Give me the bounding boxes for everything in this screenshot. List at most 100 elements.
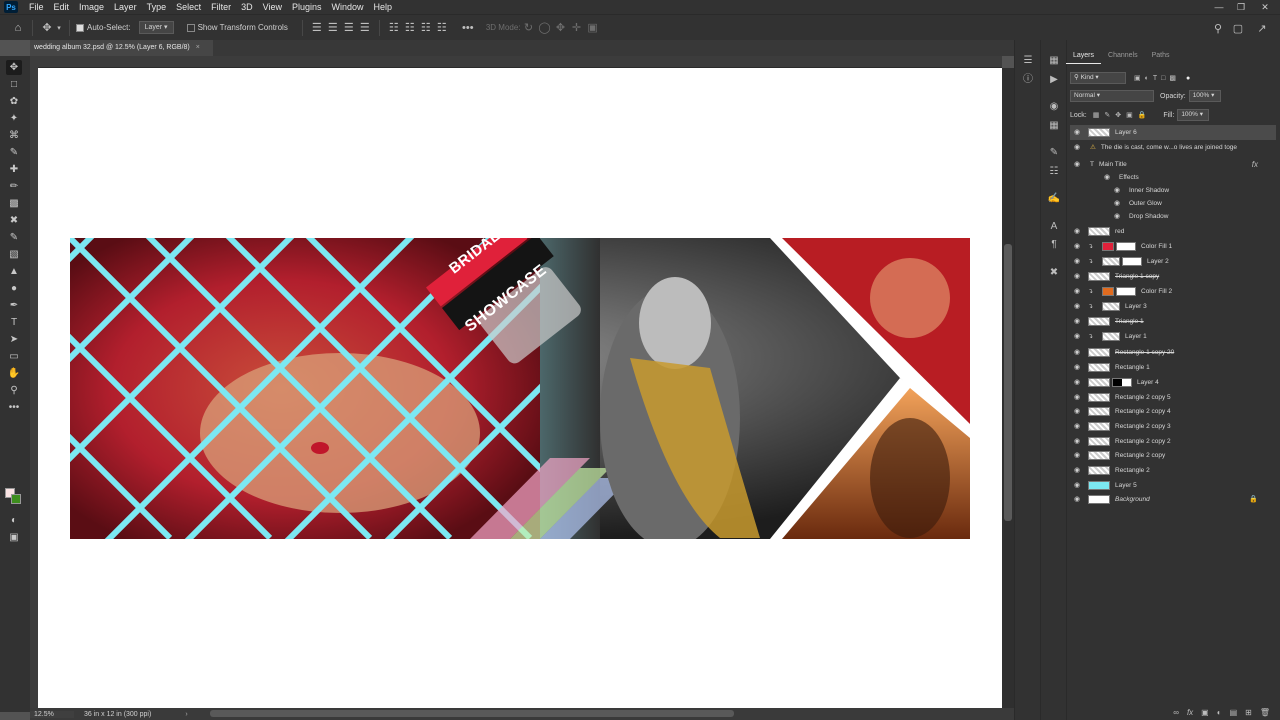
move-tool-icon[interactable]: ✥ bbox=[6, 60, 22, 75]
eye-icon[interactable]: ◉ bbox=[1070, 332, 1084, 340]
eye-icon[interactable]: ◉ bbox=[1110, 186, 1124, 194]
auto-select-dropdown[interactable]: Layer ▾ bbox=[138, 21, 174, 34]
layer-row[interactable]: ◉ ↴ Layer 3 bbox=[1070, 299, 1276, 314]
blur-tool-icon[interactable]: ▲ bbox=[6, 264, 22, 279]
fx-icon[interactable]: fx bbox=[1252, 160, 1258, 169]
menu-select[interactable]: Select bbox=[171, 0, 206, 14]
character-icon[interactable]: A bbox=[1046, 220, 1062, 234]
eye-icon[interactable]: ◉ bbox=[1110, 199, 1124, 207]
align-top-icon[interactable]: ☰ bbox=[357, 20, 373, 36]
layer-row[interactable]: ◉ Rectangle 2 copy 2 bbox=[1070, 434, 1276, 449]
menu-window[interactable]: Window bbox=[327, 0, 369, 14]
path-select-tool-icon[interactable]: ➤ bbox=[6, 332, 22, 347]
eye-icon[interactable]: ◉ bbox=[1070, 257, 1084, 265]
layer-row[interactable]: ◉ Rectangle 2 copy 4 bbox=[1070, 404, 1276, 419]
screen-mode-icon[interactable]: ▣ bbox=[6, 530, 22, 545]
home-icon[interactable]: ⌂ bbox=[10, 20, 26, 36]
chevron-down-icon[interactable]: ▾ bbox=[55, 20, 63, 36]
move-tool-icon[interactable]: ✥ bbox=[39, 20, 55, 36]
eraser-tool-icon[interactable]: ✎ bbox=[6, 230, 22, 245]
adjustment-layer-icon[interactable]: ◐ bbox=[1217, 708, 1222, 717]
close-tab-icon[interactable]: × bbox=[196, 44, 200, 51]
horizontal-scroll-thumb[interactable] bbox=[210, 710, 734, 717]
hand-tool-icon[interactable]: ✋ bbox=[6, 366, 22, 381]
history-brush-tool-icon[interactable]: ✖ bbox=[6, 213, 22, 228]
dodge-tool-icon[interactable]: ● bbox=[6, 281, 22, 296]
layer-row[interactable]: ◉ Rectangle 2 copy bbox=[1070, 448, 1276, 463]
filter-type-icons[interactable]: ▣◐T□▩ bbox=[1134, 74, 1180, 82]
brushes-icon[interactable]: ✍ bbox=[1046, 192, 1062, 206]
eye-icon[interactable]: ◉ bbox=[1070, 466, 1084, 474]
eye-icon[interactable]: ◉ bbox=[1070, 242, 1084, 250]
marquee-tool-icon[interactable]: □ bbox=[6, 77, 22, 92]
delete-layer-icon[interactable]: 🗑 bbox=[1260, 708, 1270, 717]
menu-filter[interactable]: Filter bbox=[206, 0, 236, 14]
zoom-level[interactable]: 12.5% bbox=[30, 710, 74, 718]
auto-select-checkbox[interactable] bbox=[76, 23, 84, 32]
album-artwork[interactable]: BRIDAL SHOWCASE bbox=[70, 238, 970, 539]
menu-layer[interactable]: Layer bbox=[109, 0, 142, 14]
background-color-swatch[interactable] bbox=[11, 494, 21, 504]
lasso-tool-icon[interactable]: ✿ bbox=[6, 94, 22, 109]
eye-icon[interactable]: ◉ bbox=[1070, 495, 1084, 503]
eye-icon[interactable]: ◉ bbox=[1100, 173, 1114, 181]
add-style-icon[interactable]: fx bbox=[1187, 708, 1193, 717]
color-icon[interactable]: ◉ bbox=[1046, 100, 1062, 114]
menu-type[interactable]: Type bbox=[142, 0, 172, 14]
layer-row[interactable]: ◉ ↴ Layer 1 bbox=[1070, 329, 1276, 344]
info-icon[interactable]: ⓘ bbox=[1020, 73, 1036, 87]
layer-row[interactable]: ◉ Layer 4 bbox=[1070, 375, 1276, 390]
menu-file[interactable]: File bbox=[24, 0, 49, 14]
type-tool-icon[interactable]: T bbox=[6, 315, 22, 330]
orbit-3d-icon[interactable]: ↻ bbox=[521, 20, 537, 36]
new-layer-icon[interactable]: ⊞ bbox=[1245, 708, 1252, 717]
layer-row[interactable]: ◉ Background 🔒 bbox=[1070, 492, 1276, 507]
quick-mask-icon[interactable]: ◐ bbox=[6, 513, 22, 528]
layer-row[interactable]: ◉ Layer 6 bbox=[1070, 125, 1276, 140]
quick-select-tool-icon[interactable]: ✦ bbox=[6, 111, 22, 126]
pen-tool-icon[interactable]: ✒ bbox=[6, 298, 22, 313]
menu-help[interactable]: Help bbox=[369, 0, 398, 14]
paragraph-icon[interactable]: ¶ bbox=[1046, 238, 1062, 252]
camera-3d-icon[interactable]: ▣ bbox=[585, 20, 601, 36]
menu-edit[interactable]: Edit bbox=[49, 0, 75, 14]
healing-brush-tool-icon[interactable]: ✚ bbox=[6, 162, 22, 177]
eye-icon[interactable]: ◉ bbox=[1070, 422, 1084, 430]
eye-icon[interactable]: ◉ bbox=[1070, 451, 1084, 459]
eyedropper-tool-icon[interactable]: ✎ bbox=[6, 145, 22, 160]
eye-icon[interactable]: ◉ bbox=[1070, 378, 1084, 386]
close-window-icon[interactable]: ✕ bbox=[1254, 0, 1276, 14]
eye-icon[interactable]: ◉ bbox=[1070, 302, 1084, 310]
tab-layers[interactable]: Layers bbox=[1066, 48, 1102, 64]
layer-row[interactable]: ◉ Rectangle 2 bbox=[1070, 463, 1276, 478]
tab-paths[interactable]: Paths bbox=[1145, 48, 1177, 64]
effect-row[interactable]: ◉ Drop Shadow bbox=[1070, 209, 1276, 224]
status-menu-icon[interactable]: › bbox=[185, 711, 187, 718]
filter-toggle-icon[interactable]: ● bbox=[1186, 75, 1190, 82]
share-icon[interactable]: ↗ bbox=[1254, 20, 1270, 36]
pan-3d-icon[interactable]: ✥ bbox=[553, 20, 569, 36]
layer-row[interactable]: ◉ ↴ Layer 2 bbox=[1070, 254, 1276, 269]
eye-icon[interactable]: ◉ bbox=[1070, 393, 1084, 401]
distribute-bottom-icon[interactable]: ☷ bbox=[418, 20, 434, 36]
eye-icon[interactable]: ◉ bbox=[1110, 212, 1124, 220]
filter-kind-dropdown[interactable]: ⚲ Kind ▾ bbox=[1070, 72, 1126, 84]
layer-row[interactable]: ◉ Triangle 1 bbox=[1070, 314, 1276, 329]
crop-tool-icon[interactable]: ⌘ bbox=[6, 128, 22, 143]
zoom-tool-icon[interactable]: ⚲ bbox=[6, 383, 22, 398]
new-group-icon[interactable]: ▤ bbox=[1230, 708, 1238, 717]
layer-row[interactable]: ◉ Rectangle 2 copy 5 bbox=[1070, 390, 1276, 405]
distribute-middle-icon[interactable]: ☷ bbox=[402, 20, 418, 36]
layer-row[interactable]: ◉ Rectangle 2 copy 3 bbox=[1070, 419, 1276, 434]
add-mask-icon[interactable]: ▣ bbox=[1201, 708, 1209, 717]
tool-presets-icon[interactable]: ✖ bbox=[1046, 266, 1062, 280]
brush-tool-icon[interactable]: ✏ bbox=[6, 179, 22, 194]
menu-3d[interactable]: 3D bbox=[236, 0, 258, 14]
layer-row[interactable]: ◉ ↴ Color Fill 1 bbox=[1070, 239, 1276, 254]
transform-controls-checkbox[interactable] bbox=[186, 23, 195, 32]
brush-settings-icon[interactable]: ✎ bbox=[1046, 146, 1062, 160]
link-layers-icon[interactable]: ∞ bbox=[1173, 708, 1179, 717]
eye-icon[interactable]: ◉ bbox=[1070, 363, 1084, 371]
eye-icon[interactable]: ◉ bbox=[1070, 437, 1084, 445]
menu-plugins[interactable]: Plugins bbox=[287, 0, 327, 14]
